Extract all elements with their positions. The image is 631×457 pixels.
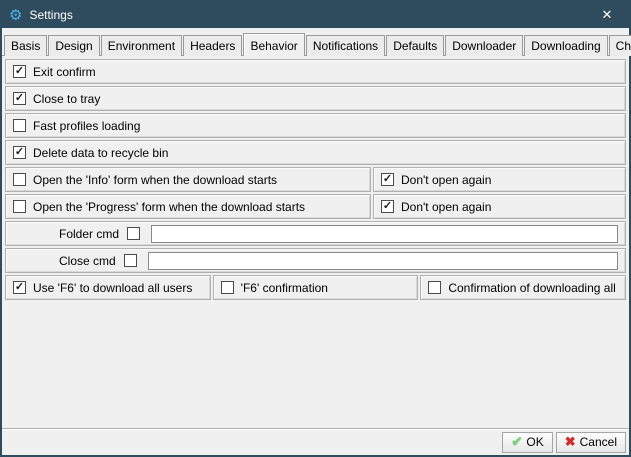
open-progress-checkbox[interactable]: [13, 200, 26, 213]
confirm-downloading-all-panel: Confirmation of downloading all: [420, 275, 626, 300]
open-info-checkbox[interactable]: [13, 173, 26, 186]
progress-dont-open-panel: Don't open again: [373, 194, 626, 219]
f6-download-all-checkbox[interactable]: [13, 281, 26, 294]
fast-profiles-checkbox[interactable]: [13, 119, 26, 132]
open-info-panel: Open the 'Info' form when the download s…: [5, 167, 371, 192]
tab-downloader[interactable]: Downloader: [445, 35, 523, 56]
row-f6-options: Use 'F6' to download all users 'F6' conf…: [5, 275, 626, 300]
tab-environment[interactable]: Environment: [101, 35, 182, 56]
close-to-tray-label[interactable]: Close to tray: [33, 92, 100, 106]
tab-basis[interactable]: Basis: [4, 35, 47, 56]
tab-behavior[interactable]: Behavior: [243, 33, 304, 56]
delete-recycle-label[interactable]: Delete data to recycle bin: [33, 146, 168, 160]
close-to-tray-checkbox[interactable]: [13, 92, 26, 105]
folder-cmd-input[interactable]: [151, 225, 618, 243]
tab-defaults[interactable]: Defaults: [386, 35, 444, 56]
info-dont-open-panel: Don't open again: [373, 167, 626, 192]
f6-download-all-label[interactable]: Use 'F6' to download all users: [33, 281, 192, 295]
settings-dialog: ⚙ Settings ✕ Basis Design Environment He…: [0, 0, 631, 457]
cancel-button-label: Cancel: [580, 435, 617, 449]
empty-space: [5, 302, 626, 425]
row-fast-profiles: Fast profiles loading: [5, 113, 626, 138]
ok-button-label: OK: [526, 435, 543, 449]
tab-strip: Basis Design Environment Headers Behavio…: [2, 28, 629, 56]
close-cmd-checkbox[interactable]: [124, 254, 137, 267]
confirm-downloading-all-checkbox[interactable]: [428, 281, 441, 294]
delete-recycle-checkbox[interactable]: [13, 146, 26, 159]
close-cmd-input[interactable]: [148, 252, 618, 270]
row-delete-recycle: Delete data to recycle bin: [5, 140, 626, 165]
open-info-label[interactable]: Open the 'Info' form when the download s…: [33, 173, 277, 187]
info-dont-open-checkbox[interactable]: [381, 173, 394, 186]
titlebar: ⚙ Settings ✕: [2, 2, 629, 28]
window-title: Settings: [29, 8, 72, 22]
ok-check-icon: ✔: [511, 434, 522, 450]
progress-dont-open-checkbox[interactable]: [381, 200, 394, 213]
gear-icon: ⚙: [9, 8, 22, 23]
cancel-x-icon: ✖: [565, 434, 576, 450]
f6-download-all-panel: Use 'F6' to download all users: [5, 275, 211, 300]
progress-dont-open-label[interactable]: Don't open again: [401, 200, 491, 214]
open-progress-panel: Open the 'Progress' form when the downlo…: [5, 194, 371, 219]
row-close-cmd: Close cmd: [5, 248, 626, 273]
open-progress-label[interactable]: Open the 'Progress' form when the downlo…: [33, 200, 305, 214]
fast-profiles-label[interactable]: Fast profiles loading: [33, 119, 140, 133]
info-dont-open-label[interactable]: Don't open again: [401, 173, 491, 187]
footer-bar: ✔ OK ✖ Cancel: [2, 428, 629, 455]
row-progress-form: Open the 'Progress' form when the downlo…: [5, 194, 626, 219]
row-exit-confirm: Exit confirm: [5, 59, 626, 84]
tab-downloading[interactable]: Downloading: [524, 35, 607, 56]
tab-design[interactable]: Design: [48, 35, 99, 56]
row-info-form: Open the 'Info' form when the download s…: [5, 167, 626, 192]
tab-notifications[interactable]: Notifications: [306, 35, 385, 56]
behavior-tab-content: Exit confirm Close to tray Fast profiles…: [2, 56, 629, 428]
f6-confirmation-label[interactable]: 'F6' confirmation: [241, 281, 328, 295]
tab-headers[interactable]: Headers: [183, 35, 242, 56]
folder-cmd-checkbox[interactable]: [127, 227, 140, 240]
f6-confirmation-panel: 'F6' confirmation: [213, 275, 419, 300]
ok-button[interactable]: ✔ OK: [502, 432, 552, 453]
folder-cmd-label[interactable]: Folder cmd: [59, 227, 119, 241]
exit-confirm-checkbox[interactable]: [13, 65, 26, 78]
row-close-to-tray: Close to tray: [5, 86, 626, 111]
cancel-button[interactable]: ✖ Cancel: [556, 432, 626, 453]
close-cmd-label[interactable]: Close cmd: [59, 254, 116, 268]
tab-channels[interactable]: Channels: [609, 35, 631, 56]
confirm-downloading-all-label[interactable]: Confirmation of downloading all: [448, 281, 615, 295]
close-icon[interactable]: ✕: [592, 2, 622, 28]
row-folder-cmd: Folder cmd: [5, 221, 626, 246]
f6-confirmation-checkbox[interactable]: [221, 281, 234, 294]
exit-confirm-label[interactable]: Exit confirm: [33, 65, 96, 79]
